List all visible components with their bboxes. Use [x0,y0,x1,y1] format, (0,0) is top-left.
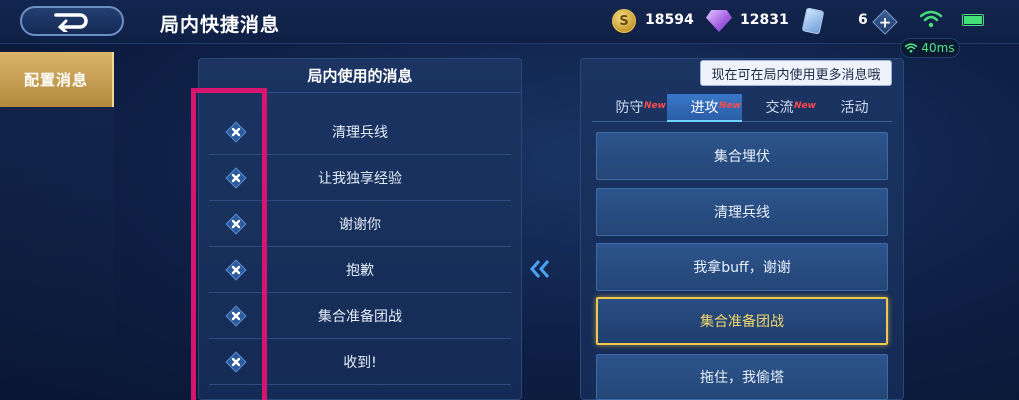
new-badge: New [794,101,816,111]
ping-value: 40ms [921,41,955,55]
message-option-selected[interactable]: 集合准备团战 [596,297,888,345]
new-badge: New [719,101,741,111]
tooltip: 现在可在局内使用更多消息哦 [700,60,892,86]
gold-currency[interactable]: S [612,8,636,34]
wifi-icon [920,10,942,28]
gold-amount: 18594 [645,12,694,28]
diamond-currency[interactable] [706,8,732,34]
sidebar [0,107,114,400]
diamond-amount: 12831 [740,12,789,28]
tab-communication[interactable]: 交流 New [742,94,817,122]
sidebar-item-config-messages[interactable]: 配置消息 [0,52,114,107]
card-currency[interactable] [801,7,825,35]
battery-icon [962,14,984,26]
page-title: 局内快捷消息 [160,14,281,36]
tab-defense[interactable]: 防守 New [592,94,667,122]
tab-label: 进攻 [690,100,719,116]
add-card-button[interactable]: + [872,9,898,35]
tab-events[interactable]: 活动 [817,94,892,122]
message-option[interactable]: 拖住，我偷塔 [596,354,888,400]
tab-label: 交流 [765,100,794,116]
back-arrow-icon [54,13,88,32]
plus-icon: + [878,13,892,32]
tab-label: 活动 [840,100,869,116]
message-option[interactable]: 我拿buff，谢谢 [596,243,888,291]
top-bar: 局内快捷消息 S 18594 12831 6 + [0,0,1019,44]
highlight-annotation-box [191,88,267,400]
tab-attack[interactable]: 进攻 New [667,94,742,122]
back-button[interactable] [20,6,124,36]
new-badge: New [644,101,666,111]
message-option[interactable]: 清理兵线 [596,188,888,236]
ping-badge: 40ms [900,38,960,58]
message-option[interactable]: 集合埋伏 [596,132,888,180]
tab-label: 防守 [615,100,644,116]
card-amount: 6 [858,12,868,28]
card-icon [801,7,825,35]
ping-wifi-icon [905,43,918,53]
diamond-icon [706,10,732,32]
gold-coin-icon: S [612,9,636,33]
message-category-tabs: 防守 New 进攻 New 交流 New 活动 [592,94,892,122]
double-chevron-left-icon [530,260,550,278]
